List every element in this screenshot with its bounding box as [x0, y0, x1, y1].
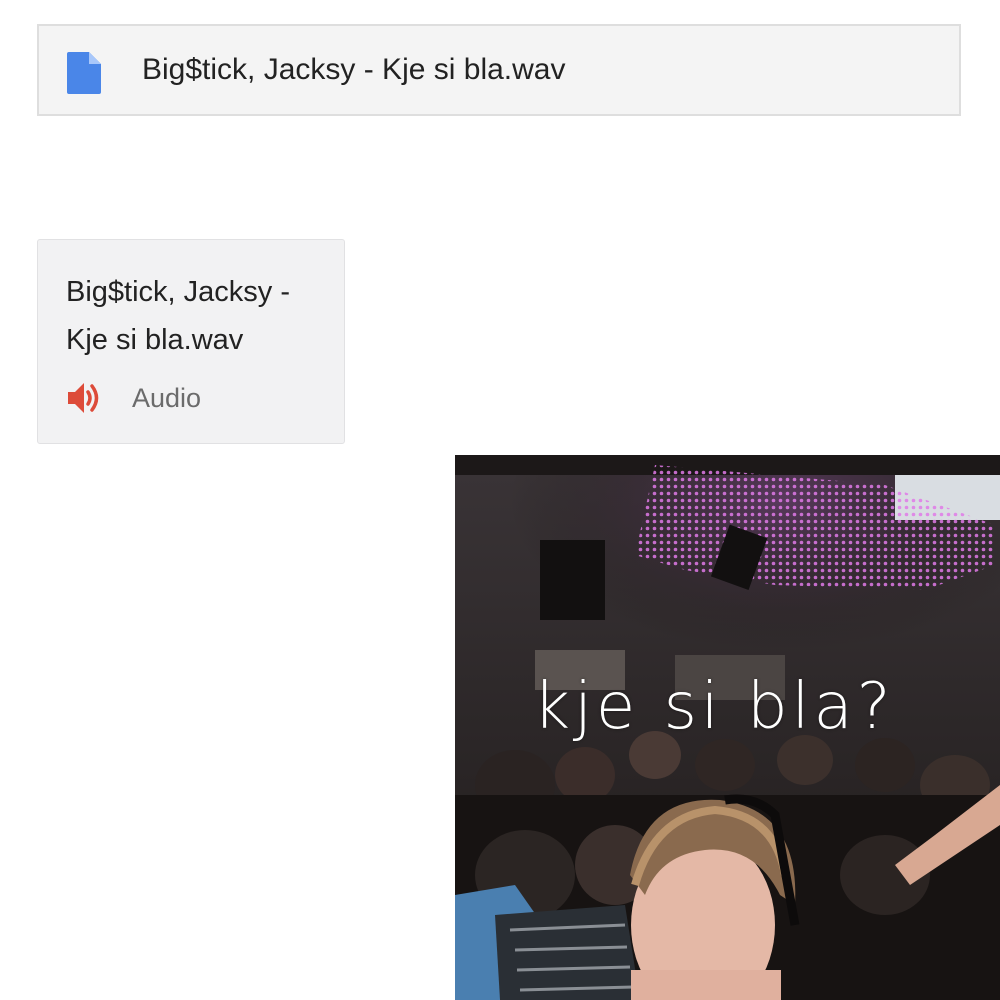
attachment-type-row: Audio — [66, 378, 201, 418]
attachment-title: Big$tick, Jacksy - Kje si bla.wav — [66, 276, 290, 356]
attachment-type-label: Audio — [132, 382, 202, 413]
file-name: Big$tick, Jacksy - Kje si bla.wav — [142, 53, 566, 86]
audio-attachment-card[interactable]: Big$tick, Jacksy - Kje si bla.wav Audio — [37, 239, 345, 444]
cover-title-text: kje si bla? — [533, 670, 895, 744]
page: Big$tick, Jacksy - Kje si bla.wav Big$ti… — [0, 0, 1000, 1000]
document-icon — [67, 52, 101, 94]
speaker-icon — [68, 383, 99, 413]
album-cover-image: kje si bla? — [455, 455, 1000, 1000]
file-header-bar[interactable]: Big$tick, Jacksy - Kje si bla.wav — [37, 24, 961, 116]
